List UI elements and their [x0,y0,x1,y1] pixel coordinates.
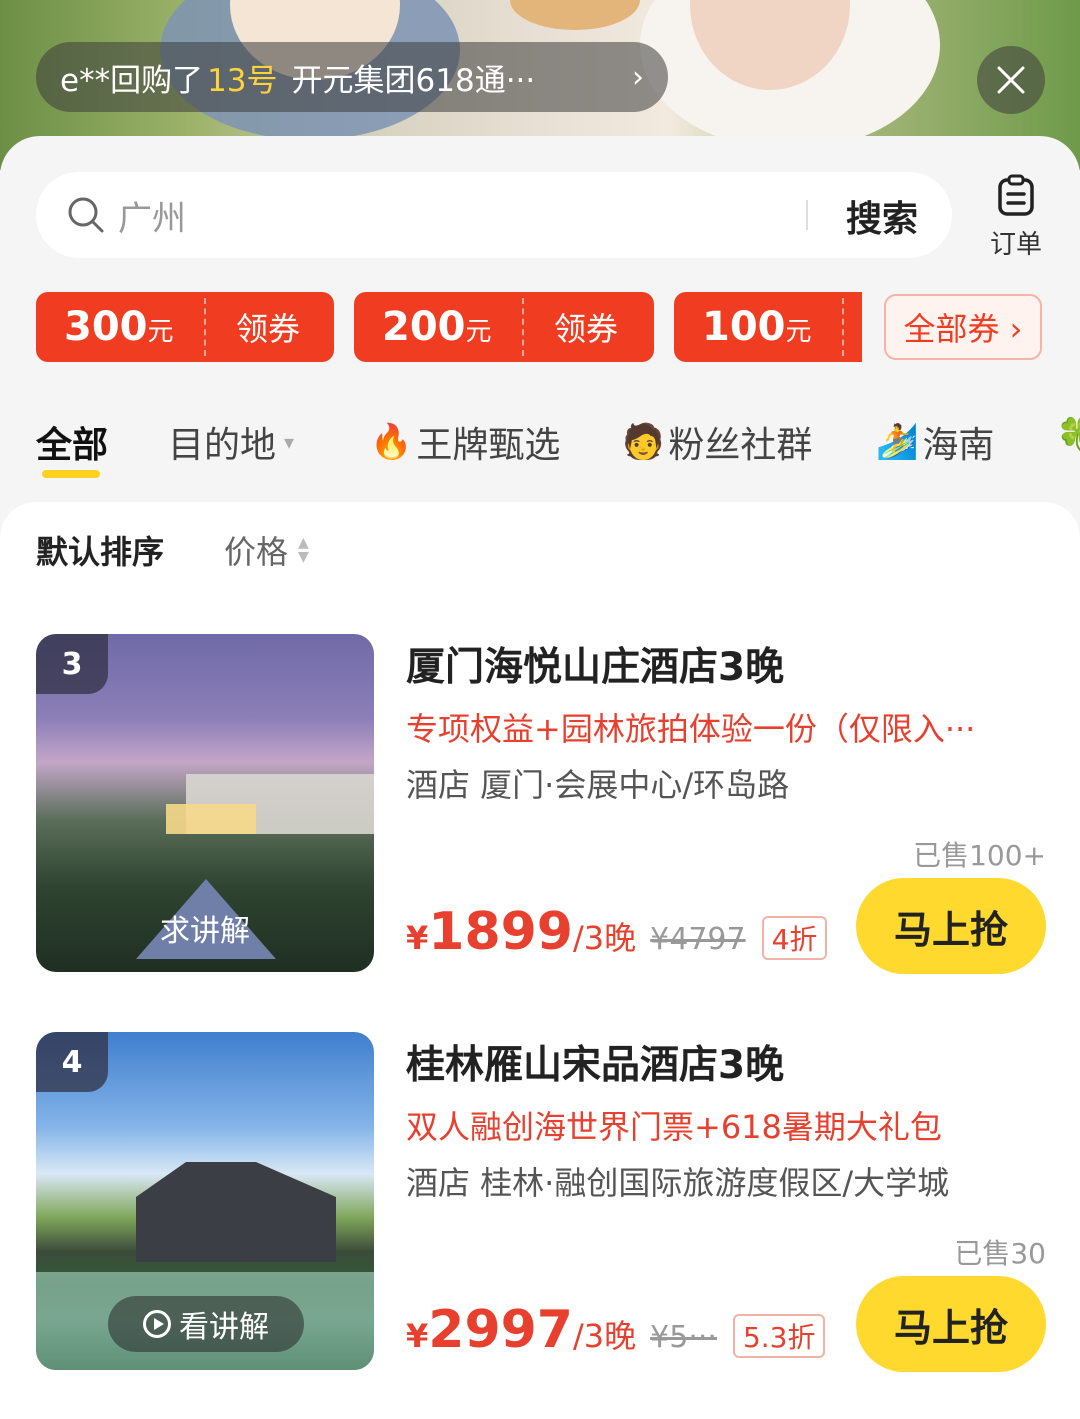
banner-image-food [510,0,640,30]
product-location: 酒店 桂林·融创国际旅游度假区/大学城 [406,1164,950,1202]
price-row: ¥ 1899 /3晚 ¥4797 4折 [406,902,828,962]
order-button[interactable]: 订单 [984,174,1048,261]
coupon-divider [842,298,844,356]
play-icon [143,1310,171,1338]
tab-label: 全部 [36,425,109,466]
tab-fan-group[interactable]: 🧑 粉丝社群 [622,416,812,468]
search-icon [68,197,104,233]
tab-featured[interactable]: 🔥 王牌甄选 [370,416,560,468]
price-value: 2997 [428,1300,573,1360]
product-info: 厦门海悦山庄酒店3晚 专项权益+园林旅拍体验一份（仅限入··· 酒店 厦门·会展… [406,634,1046,974]
tab-label: 粉丝社群 [668,425,813,466]
product-info: 桂林雁山宋品酒店3晚 双人融创海世界门票+618暑期大礼包 酒店 桂林·融创国际… [406,1032,1046,1372]
search-divider [806,200,808,230]
coupon-row: 300元 领券 200元 领券 100元 全部券 › [36,292,1046,362]
coupon-amount: 200元 [382,304,492,350]
tab-active-indicator [42,470,100,478]
product-location: 酒店 厦门·会展中心/环岛路 [406,766,790,804]
watch-explain-label: 看讲解 [179,1310,269,1345]
close-icon [997,66,1025,94]
sort-price-label: 价格 [224,533,289,571]
clipboard-icon [998,174,1034,216]
buy-now-button[interactable]: 马上抢 [856,1276,1046,1372]
coupon-divider [522,298,524,356]
person-icon: 🧑 [622,422,665,462]
product-title: 厦门海悦山庄酒店3晚 [406,645,785,690]
clover-icon: 🍀 [1056,416,1080,456]
chevron-right-icon: › [632,59,644,95]
tab-more[interactable]: 🍀 [1056,416,1080,456]
order-label: 订单 [989,230,1042,260]
ticker-number: 13号 [207,62,278,99]
discount-badge: 4折 [761,916,828,960]
search-button[interactable]: 搜索 [846,190,918,242]
request-explain-button[interactable]: 求讲解 [36,906,374,950]
claim-coupon-button[interactable]: 领券 [522,304,618,350]
price-unit: /3晚 [573,919,637,957]
sort-arrows-icon: ▲ ▼ [298,535,309,565]
list-item[interactable]: 4 看讲解 桂林雁山宋品酒店3晚 双人融创海世界门票+618暑期大礼包 酒店 桂… [36,1032,1046,1372]
hotel-lights [166,804,256,834]
original-price: ¥4797 [650,922,746,957]
tab-label: 海南 [922,425,995,466]
all-coupons-button[interactable]: 全部券 › [884,294,1042,360]
buy-now-button[interactable]: 马上抢 [856,878,1046,974]
product-list: 默认排序 价格 ▲ ▼ 3 求讲解 厦门海悦山庄酒店3晚 专项权益+园林旅拍体验一… [0,502,1080,1419]
product-perk: 专项权益+园林旅拍体验一份（仅限入··· [406,710,976,748]
coupon-amount: 100元 [702,304,812,350]
sort-bar: 默认排序 价格 ▲ ▼ [36,527,309,573]
sort-price[interactable]: 价格 ▲ ▼ [224,527,309,573]
hotel-building [136,1162,336,1262]
coupon-amount: 300元 [64,304,174,350]
coupon-100[interactable]: 100元 [674,292,862,362]
price-row: ¥ 2997 /3晚 ¥5··· 5.3折 [406,1300,826,1360]
category-tabs: 全部 目的地 ▾ 🔥 王牌甄选 🧑 粉丝社群 🏄 海南 🍀 [36,416,1080,486]
search-bar[interactable]: 广州 搜索 [36,172,952,258]
search-input[interactable]: 广州 [118,191,186,240]
ticker-user: e**回购了 [60,62,204,99]
coupon-divider [204,298,206,356]
shop-sheet: 广州 搜索 订单 300元 领券 200元 领券 100元 全部券 › 全部 目… [0,136,1080,1419]
coupon-200[interactable]: 200元 领券 [354,292,654,362]
rank-badge: 3 [36,634,108,694]
product-perk: 双人融创海世界门票+618暑期大礼包 [406,1108,942,1146]
ticker-product: 开元集团618通··· [291,62,536,99]
product-image[interactable]: 3 求讲解 [36,634,374,972]
fire-icon: 🔥 [370,422,413,462]
close-button[interactable] [977,46,1045,114]
purchase-ticker[interactable]: e**回购了 13号 开元集团618通··· › [36,42,668,112]
tab-label: 王牌甄选 [416,425,561,466]
sold-count: 已售30 [954,1237,1046,1270]
tab-hainan[interactable]: 🏄 海南 [876,416,994,468]
sort-default[interactable]: 默认排序 [36,527,164,573]
caret-down-icon: ▾ [284,430,295,454]
watch-explain-button[interactable]: 看讲解 [108,1296,304,1352]
price-value: 1899 [428,902,573,962]
price-unit: /3晚 [573,1317,637,1355]
coupon-300[interactable]: 300元 领券 [36,292,334,362]
claim-coupon-button[interactable]: 领券 [204,304,300,350]
list-item[interactable]: 3 求讲解 厦门海悦山庄酒店3晚 专项权益+园林旅拍体验一份（仅限入··· 酒店… [36,634,1046,974]
product-title: 桂林雁山宋品酒店3晚 [406,1043,785,1088]
currency-symbol: ¥ [406,1317,429,1355]
currency-symbol: ¥ [406,919,429,957]
original-price: ¥5··· [650,1320,717,1355]
discount-badge: 5.3折 [732,1314,826,1358]
tab-destination[interactable]: 目的地 ▾ [168,416,294,468]
product-image[interactable]: 4 看讲解 [36,1032,374,1370]
sold-count: 已售100+ [913,839,1046,872]
rank-badge: 4 [36,1032,108,1092]
surfer-icon: 🏄 [876,422,919,462]
tab-all[interactable]: 全部 [36,416,109,478]
tab-label: 目的地 [168,425,277,466]
